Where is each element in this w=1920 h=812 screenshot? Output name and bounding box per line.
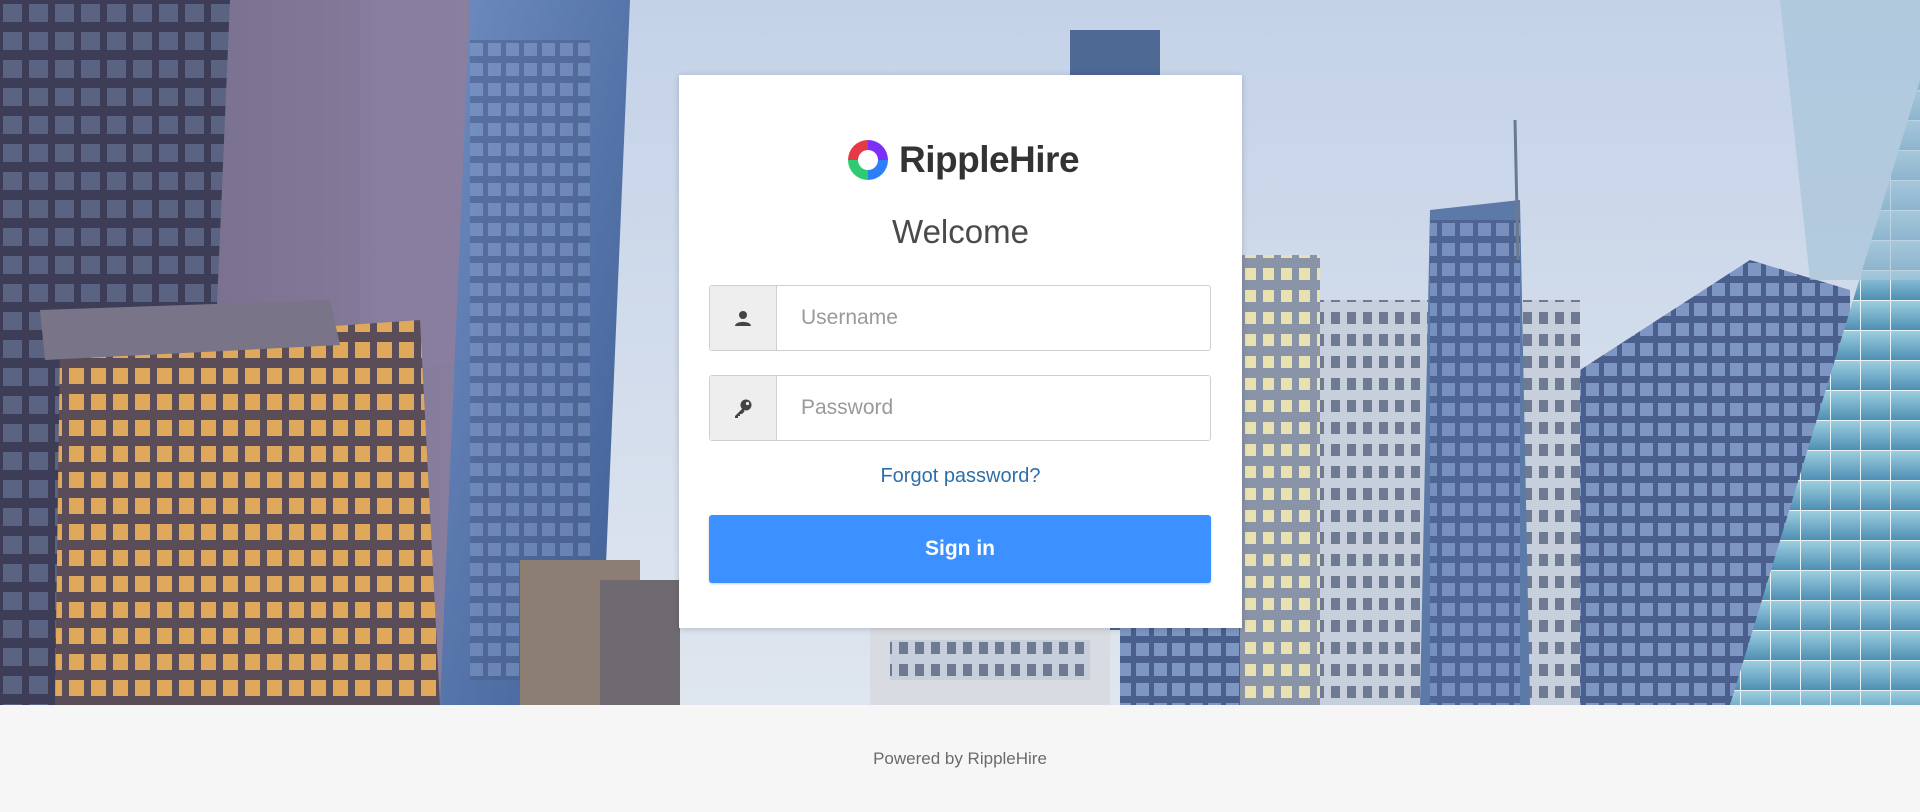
footer-text: Powered by RippleHire [873, 748, 1047, 768]
password-field-group [709, 375, 1211, 441]
footer: Powered by RippleHire [0, 705, 1920, 812]
username-input[interactable] [777, 286, 1210, 350]
brand-logo: RippleHire [845, 135, 1080, 185]
username-field-group [709, 285, 1211, 351]
key-icon [710, 376, 777, 440]
user-icon [710, 286, 777, 350]
welcome-heading: Welcome [892, 213, 1029, 250]
login-card: RippleHire Welcome Forgot password? Sign… [679, 75, 1242, 628]
ripplehire-logo-icon [848, 140, 888, 180]
password-input[interactable] [777, 376, 1210, 440]
brand-name: RippleHire [899, 139, 1080, 180]
sign-in-button[interactable]: Sign in [709, 515, 1211, 583]
forgot-password-link[interactable]: Forgot password? [679, 465, 1242, 488]
